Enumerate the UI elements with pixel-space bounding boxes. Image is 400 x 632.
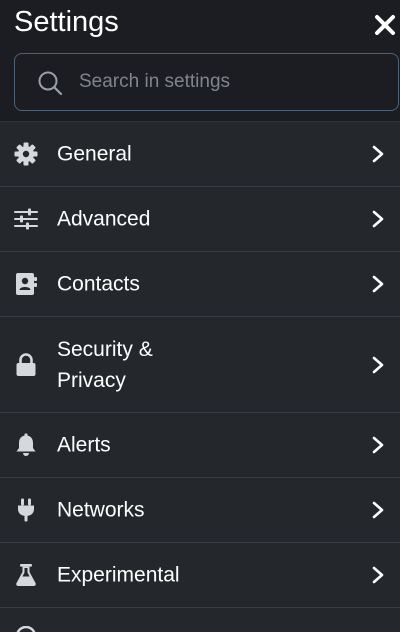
- settings-panel: Settings Search in settings General Adva…: [0, 0, 400, 632]
- chevron-right-icon: [372, 436, 384, 454]
- chevron-right-icon: [372, 210, 384, 228]
- chevron-right-icon: [372, 566, 384, 584]
- menu-item-label: Advanced: [57, 207, 151, 231]
- menu-item-advanced[interactable]: Advanced: [0, 187, 400, 252]
- flask-icon: [16, 564, 36, 586]
- settings-header: Settings: [0, 0, 400, 122]
- chevron-right-icon: [372, 145, 384, 163]
- lock-icon: [16, 352, 36, 376]
- menu-item-networks[interactable]: Networks: [0, 478, 400, 543]
- chevron-right-icon: [372, 356, 384, 373]
- menu-item-general[interactable]: General: [0, 122, 400, 187]
- search-input[interactable]: [79, 62, 379, 102]
- menu-item-label: Contacts: [57, 272, 140, 296]
- gear-icon: [14, 142, 38, 166]
- chevron-right-icon: [372, 275, 384, 293]
- address-book-icon: [16, 273, 37, 295]
- page-title: Settings: [14, 6, 119, 38]
- search-icon: [38, 71, 63, 96]
- menu-item-label: Experimental: [57, 563, 180, 587]
- menu-item-label: Networks: [57, 498, 145, 522]
- sliders-icon: [14, 208, 38, 230]
- close-icon: [375, 15, 395, 35]
- menu-item-experimental[interactable]: Experimental: [0, 543, 400, 608]
- partial-icon: [16, 626, 36, 632]
- chevron-right-icon: [372, 501, 384, 519]
- menu-item-label: General: [57, 142, 132, 166]
- menu-item-label: Security & Privacy: [57, 337, 153, 392]
- bell-icon: [16, 433, 36, 456]
- close-button[interactable]: [372, 12, 398, 38]
- menu-item-contacts[interactable]: Contacts: [0, 252, 400, 317]
- search-box[interactable]: [14, 53, 399, 111]
- menu-item-security-privacy[interactable]: Security & Privacy: [0, 317, 400, 413]
- settings-menu: General Advanced Contacts Security & Pri…: [0, 122, 400, 608]
- menu-item-label: Alerts: [57, 433, 111, 457]
- plug-icon: [18, 498, 34, 522]
- menu-item-alerts[interactable]: Alerts: [0, 413, 400, 478]
